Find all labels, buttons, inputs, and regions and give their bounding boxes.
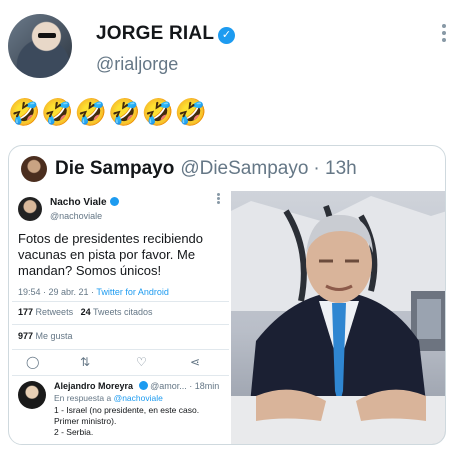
embedded-author-name: Nacho Viale bbox=[50, 197, 107, 208]
embedded-author-handle: @nachoviale bbox=[50, 211, 103, 221]
embedded-meta: 19:54 · 29 abr. 21 · Twitter for Android bbox=[18, 287, 169, 297]
embedded-more-icon bbox=[217, 197, 220, 200]
retweets-label: Retweets bbox=[35, 307, 74, 317]
embedded-likes: 977 Me gusta bbox=[18, 331, 73, 341]
like-icon: ♡ bbox=[136, 355, 147, 369]
reply-handle: @amor... bbox=[150, 381, 187, 391]
embedded-source: Twitter for Android bbox=[96, 287, 169, 297]
tweet-photo[interactable] bbox=[231, 191, 445, 444]
divider bbox=[12, 375, 229, 376]
reply-time: · 18min bbox=[189, 381, 220, 391]
divider bbox=[12, 301, 229, 302]
embedded-verified-icon bbox=[109, 197, 119, 206]
verified-icon: ✓ bbox=[218, 27, 236, 44]
likes-count: 977 bbox=[18, 331, 34, 341]
embedded-avatar bbox=[18, 197, 42, 221]
reply-body: 1 - Israel (no presidente, en este caso.… bbox=[54, 405, 226, 438]
quotes-label: Tweets citados bbox=[92, 307, 153, 317]
share-icon: ⋖ bbox=[190, 355, 201, 369]
author-handle[interactable]: @rialjorge bbox=[96, 54, 178, 75]
quoted-time: · 13h bbox=[313, 158, 357, 179]
tweet-text: 🤣🤣🤣🤣🤣🤣 bbox=[8, 97, 209, 127]
reply-header: Alejandro Moreyra @amor... · 18min bbox=[54, 381, 219, 391]
quoted-avatar[interactable] bbox=[21, 156, 47, 182]
reply-line-2: 2 - Serbia. bbox=[54, 427, 94, 437]
embedded-stats: 177 Retweets 24 Tweets citados bbox=[18, 307, 152, 317]
reply-context-handle: @nachoviale bbox=[113, 393, 163, 403]
retweets-count: 177 bbox=[18, 307, 34, 317]
embedded-text: Fotos de presidentes recibiendo vacunas … bbox=[18, 231, 204, 278]
quoted-handle[interactable]: @DieSampayo bbox=[180, 158, 308, 180]
embedded-tweet-screenshot: Nacho Viale @nachoviale Fotos de preside… bbox=[12, 191, 229, 444]
quoted-tweet[interactable]: Die Sampayo @DieSampayo · 13h Nacho Vial… bbox=[8, 145, 446, 445]
quoted-header: Die Sampayo @DieSampayo · 13h bbox=[21, 154, 357, 184]
quotes-count: 24 bbox=[80, 307, 91, 317]
avatar[interactable] bbox=[8, 14, 72, 78]
reply-context: En respuesta a @nachoviale bbox=[54, 393, 163, 403]
embedded-time: 19:54 · 29 abr. 21 · bbox=[18, 287, 95, 297]
more-options-icon[interactable] bbox=[442, 24, 448, 45]
author-name[interactable]: JORGE RIAL bbox=[96, 23, 214, 44]
embedded-author-name-row: Nacho Viale bbox=[50, 197, 119, 208]
divider bbox=[12, 324, 229, 325]
tweet-header: JORGE RIAL ✓ @rialjorge bbox=[8, 10, 448, 80]
author-name-row[interactable]: JORGE RIAL ✓ bbox=[96, 23, 236, 45]
reply-line-1: 1 - Israel (no presidente, en este caso.… bbox=[54, 405, 200, 426]
embedded-actions: ◯ ⇅ ♡ ⋖ bbox=[12, 353, 229, 373]
retweet-icon: ⇅ bbox=[80, 355, 91, 369]
avatar-glasses bbox=[38, 33, 56, 38]
photo-illustration bbox=[231, 196, 445, 444]
reply-avatar bbox=[18, 381, 46, 409]
divider bbox=[12, 349, 229, 350]
reply-icon: ◯ bbox=[26, 355, 40, 369]
reply-verified-icon bbox=[138, 381, 148, 390]
reply-name: Alejandro Moreyra bbox=[54, 381, 134, 391]
reply-context-prefix: En respuesta a bbox=[54, 393, 112, 403]
quoted-name[interactable]: Die Sampayo bbox=[55, 158, 174, 180]
likes-label: Me gusta bbox=[35, 331, 73, 341]
